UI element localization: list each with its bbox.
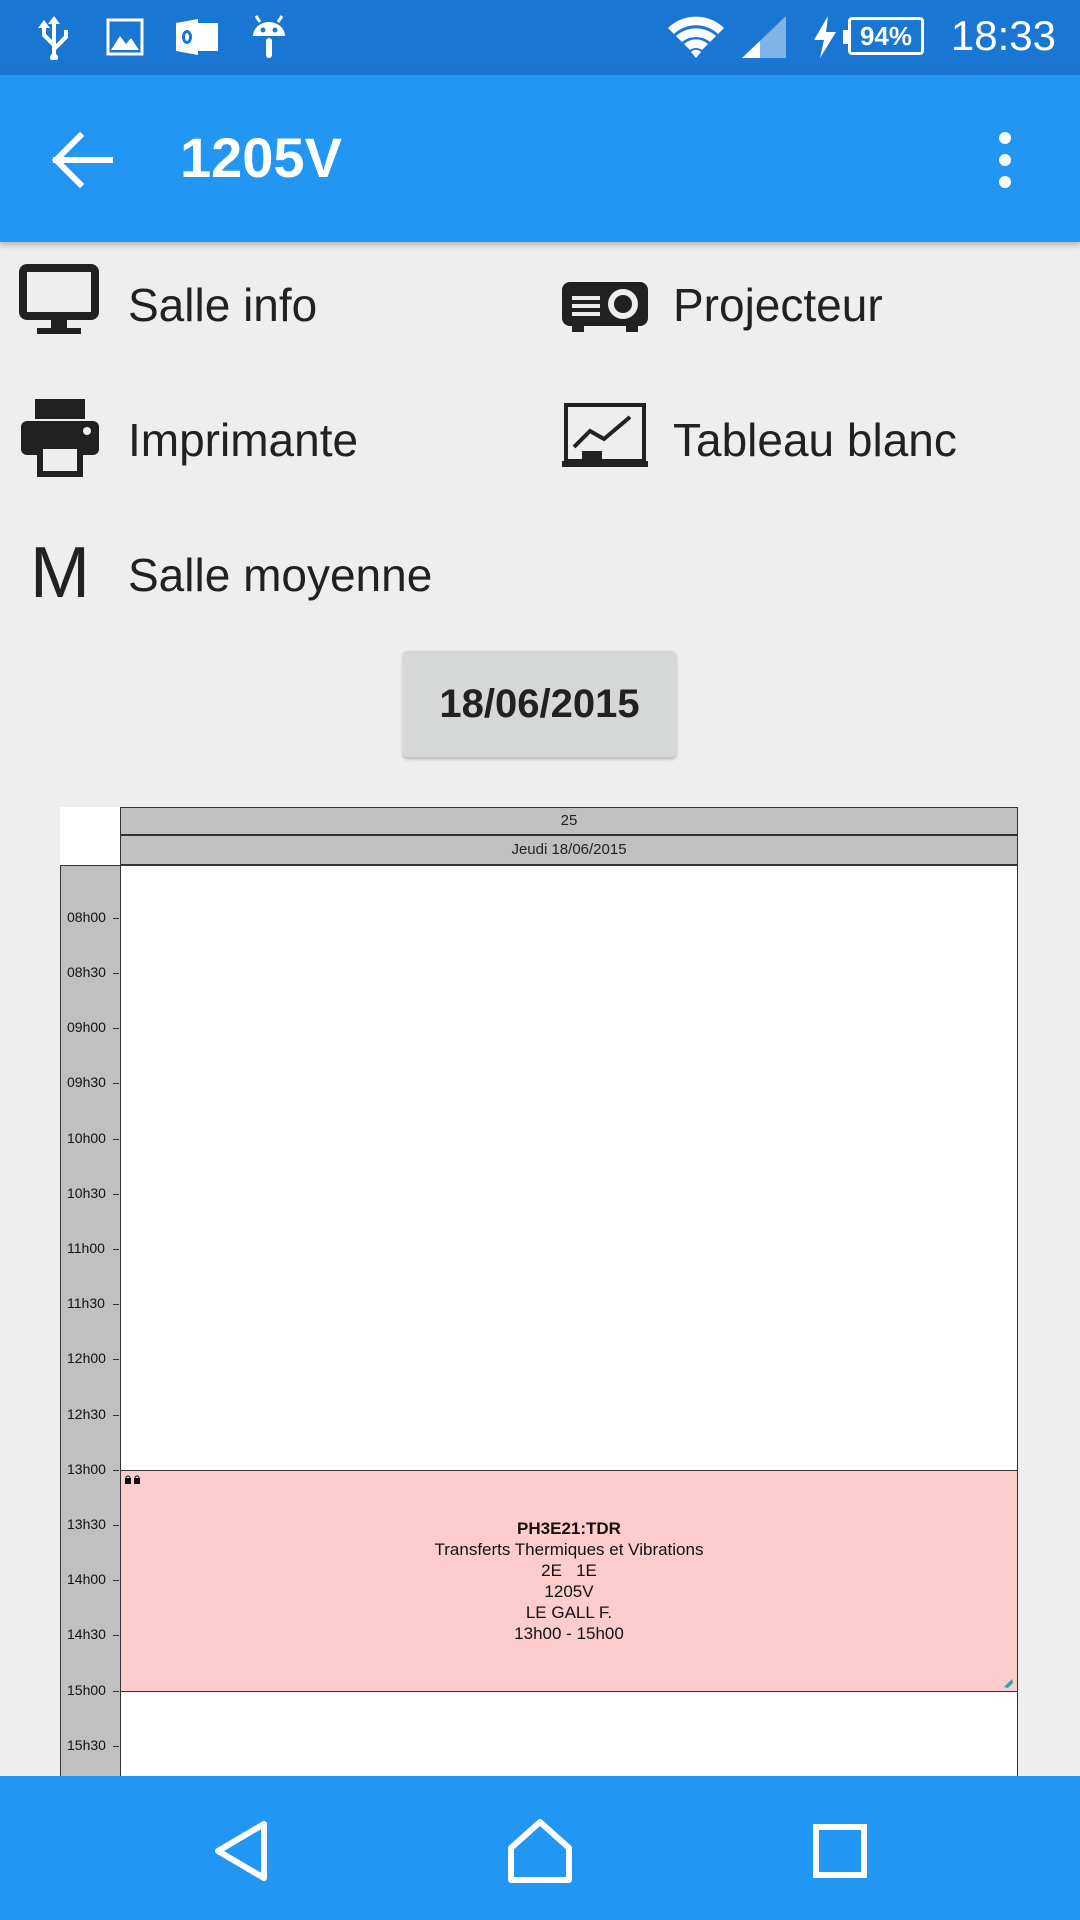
timetable-day-header: Jeudi 18/06/2015 [120, 835, 1018, 865]
time-label: 15h00 [67, 1682, 119, 1698]
timetable-event[interactable]: PH3E21:TDR Transferts Thermiques et Vibr… [120, 1470, 1018, 1692]
feature-label: Salle info [128, 279, 318, 331]
time-label: 13h30 [67, 1516, 119, 1532]
wifi-icon [668, 16, 724, 58]
feature-projecteur: Projecteur [560, 258, 1040, 348]
printer-icon [21, 399, 99, 477]
navigation-bar [0, 1776, 1080, 1920]
feature-salle-moyenne: M Salle moyenne [15, 528, 495, 618]
app-bar: 1205V [0, 75, 1080, 242]
time-label: 12h30 [67, 1406, 119, 1422]
event-groups: 2E 1E [541, 1561, 597, 1580]
feature-label: Tableau blanc [673, 414, 957, 466]
timetable-corner [60, 807, 120, 865]
battery-indicator: 94% [843, 17, 924, 55]
time-label: 09h00 [67, 1019, 119, 1035]
lock-icon [125, 1475, 140, 1484]
time-label: 14h30 [67, 1626, 119, 1642]
time-label: 14h00 [67, 1571, 119, 1587]
charging-icon [814, 16, 836, 58]
time-label: 08h00 [67, 909, 119, 925]
android-icon [253, 15, 285, 58]
event-hours: 13h00 - 15h00 [514, 1624, 624, 1643]
event-title: Transferts Thermiques et Vibrations [434, 1540, 704, 1559]
event-code: PH3E21:TDR [517, 1519, 621, 1538]
page-title: 1205V [180, 126, 342, 189]
feature-label: Imprimante [128, 414, 359, 466]
time-label: 10h30 [67, 1185, 119, 1201]
event-teacher: LE GALL F. [525, 1603, 613, 1622]
time-label: 11h00 [67, 1240, 119, 1256]
recents-nav-icon[interactable] [805, 1816, 875, 1886]
timetable[interactable]: 25 Jeudi 18/06/2015 08h00 08h30 09h00 09… [60, 807, 1020, 1777]
time-label: 13h00 [67, 1461, 119, 1477]
back-nav-icon[interactable] [206, 1816, 276, 1886]
event-details: PH3E21:TDR Transferts Thermiques et Vibr… [121, 1518, 1017, 1644]
feature-label: Projecteur [673, 279, 883, 331]
status-time: 18:33 [950, 12, 1056, 59]
time-label: 11h30 [67, 1295, 119, 1311]
monitor-icon [19, 264, 99, 334]
pin-icon [1004, 1679, 1013, 1688]
home-nav-icon[interactable] [505, 1816, 575, 1886]
feature-salle-info: Salle info [15, 258, 495, 348]
feature-tableau-blanc: Tableau blanc [560, 393, 1040, 483]
letter-m-icon: M [30, 533, 90, 613]
feature-label: Salle moyenne [128, 549, 433, 601]
time-label: 15h30 [67, 1737, 119, 1753]
time-label: 09h30 [67, 1074, 119, 1090]
more-vert-icon[interactable] [985, 130, 1025, 190]
projector-icon [562, 282, 648, 332]
arrow-back-icon[interactable] [48, 125, 118, 195]
timetable-week: 25 [120, 807, 1018, 835]
date-picker-button[interactable]: 18/06/2015 [403, 651, 676, 757]
time-label: 10h00 [67, 1130, 119, 1146]
event-room: 1205V [544, 1582, 594, 1601]
whiteboard-icon [562, 403, 648, 467]
time-label: 08h30 [67, 964, 119, 980]
outlook-icon [176, 19, 218, 55]
usb-icon [38, 16, 68, 60]
time-label: 12h00 [67, 1350, 119, 1366]
status-bar: 94% 18:33 [0, 0, 1080, 75]
feature-imprimante: Imprimante [15, 393, 495, 483]
image-icon [106, 18, 144, 56]
signal-icon [742, 16, 786, 58]
timetable-time-column: 08h00 08h30 09h00 09h30 10h00 10h30 11h0… [60, 865, 120, 1777]
